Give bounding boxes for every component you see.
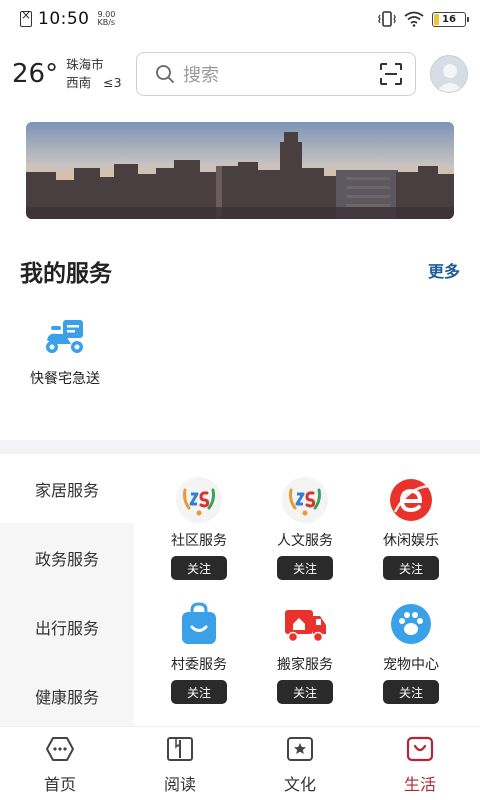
follow-button[interactable]: 关注: [383, 680, 439, 704]
temperature: 26°: [12, 59, 59, 89]
scan-icon[interactable]: [379, 62, 403, 86]
nav-tab-life[interactable]: 生活: [360, 727, 480, 800]
my-services-title: 我的服务: [20, 261, 112, 287]
nav-label: 生活: [403, 775, 436, 794]
service-card-community[interactable]: 社区服务 关注: [146, 476, 252, 580]
search-icon: [156, 65, 174, 83]
moving-truck-icon: [281, 600, 329, 648]
service-card-culture[interactable]: 人文服务 关注: [252, 476, 358, 580]
no-sim-icon: [20, 8, 32, 27]
category-item-health[interactable]: 健康服务: [0, 661, 134, 730]
nav-tab-home[interactable]: 首页: [0, 727, 120, 800]
service-label: 休闲娱乐: [383, 533, 439, 549]
search-placeholder: 搜索: [183, 65, 219, 86]
paw-icon: [387, 600, 435, 648]
shopping-bag-icon: [175, 600, 223, 648]
service-card-village[interactable]: 村委服务 关注: [146, 600, 252, 704]
service-card-leisure[interactable]: 休闲娱乐 关注: [358, 476, 464, 580]
service-label: 人文服务: [277, 533, 333, 549]
more-link[interactable]: 更多: [428, 258, 460, 282]
section-divider: [0, 440, 480, 454]
follow-button[interactable]: 关注: [383, 556, 439, 580]
follow-button[interactable]: 关注: [171, 680, 227, 704]
bottom-nav: 首页 阅读 文化 生活: [0, 726, 480, 800]
service-label: 村委服务: [171, 657, 227, 673]
life-icon: [406, 736, 434, 762]
city-skyline-image: [26, 122, 454, 219]
network-speed-unit: KB/s: [97, 18, 116, 27]
category-nav: 家居服务 政务服务 出行服务 健康服务: [0, 454, 134, 730]
category-item-home[interactable]: 家居服务: [0, 454, 134, 523]
delivery-scooter-icon: [46, 320, 83, 353]
city-banner-image[interactable]: [26, 122, 454, 219]
wifi-icon: [404, 11, 424, 27]
community-logo-icon: [281, 476, 329, 524]
service-label: 社区服务: [171, 533, 227, 549]
wind-level: ≤3: [103, 75, 122, 90]
user-avatar-icon: [436, 64, 464, 92]
service-grid: 社区服务 关注 人文服务 关注 休闲娱乐 关注 村委服务 关注 搬家服务 关注 …: [134, 476, 480, 704]
star-badge-icon: [287, 737, 313, 761]
service-tile-label: 快餐宅急送: [30, 371, 100, 387]
weather-info: 珠海市 西南 ≤3: [66, 56, 121, 92]
status-bar: 10:50 9.00 KB/s 16: [0, 0, 480, 38]
follow-button[interactable]: 关注: [277, 680, 333, 704]
app-screen: 10:50 9.00 KB/s 16 26: [0, 0, 480, 800]
home-icon: [46, 737, 74, 761]
service-label: 宠物中心: [383, 657, 439, 673]
category-label: 政务服务: [34, 549, 99, 569]
header: 26° 珠海市 西南 ≤3 搜索: [0, 48, 480, 100]
service-card-moving[interactable]: 搬家服务 关注: [252, 600, 358, 704]
category-label: 出行服务: [34, 618, 99, 638]
book-icon: [167, 737, 193, 761]
avatar[interactable]: [430, 55, 468, 93]
battery-icon: 16: [432, 11, 469, 27]
category-item-government[interactable]: 政务服务: [0, 523, 134, 592]
category-item-travel[interactable]: 出行服务: [0, 592, 134, 661]
nav-tab-culture[interactable]: 文化: [240, 727, 360, 800]
network-speed: 9.00 KB/s: [98, 11, 116, 27]
follow-button[interactable]: 关注: [277, 556, 333, 580]
service-tile-delivery[interactable]: 快餐宅急送: [20, 316, 110, 388]
status-right: 16: [378, 11, 469, 27]
status-time: 10:50: [38, 9, 90, 29]
weather-widget[interactable]: 26° 珠海市 西南 ≤3: [12, 56, 134, 92]
category-label: 家居服务: [34, 480, 99, 500]
follow-button[interactable]: 关注: [171, 556, 227, 580]
nav-label: 文化: [283, 775, 316, 794]
category-label: 健康服务: [34, 687, 99, 707]
search-input[interactable]: 搜索: [136, 52, 416, 96]
wind-row: 西南 ≤3: [66, 74, 121, 92]
nav-tab-read[interactable]: 阅读: [120, 727, 240, 800]
service-card-pet[interactable]: 宠物中心 关注: [358, 600, 464, 704]
vibrate-icon: [378, 11, 396, 27]
community-logo-icon: [175, 476, 223, 524]
city-name: 珠海市: [66, 57, 104, 72]
browser-e-icon: [387, 476, 435, 524]
status-left: 10:50 9.00 KB/s: [20, 8, 116, 29]
wind-direction: 西南: [66, 75, 92, 90]
battery-level: 16: [442, 13, 456, 25]
service-label: 搬家服务: [277, 657, 333, 673]
nav-label: 首页: [43, 775, 76, 794]
nav-label: 阅读: [163, 775, 196, 794]
